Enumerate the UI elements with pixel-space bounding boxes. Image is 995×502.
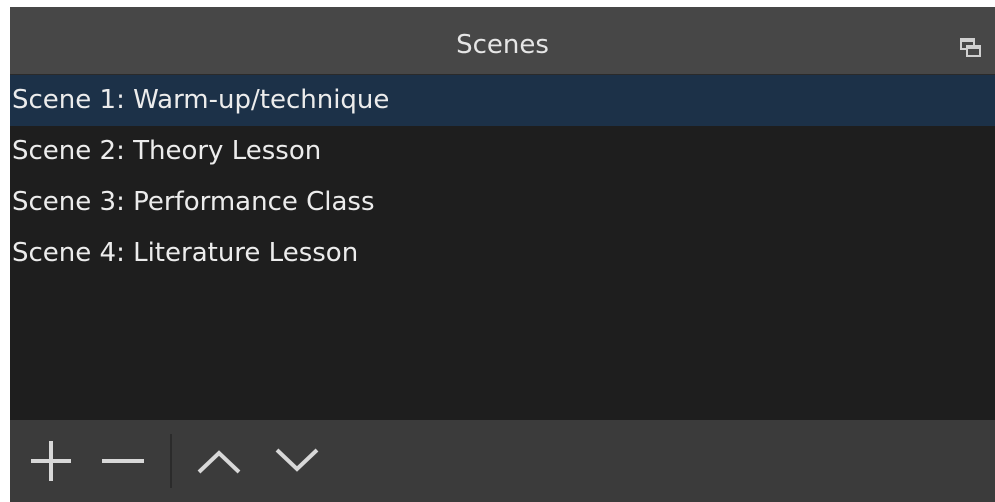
move-scene-up-button[interactable]	[192, 436, 246, 486]
add-scene-button[interactable]	[24, 436, 78, 486]
float-window-icon	[960, 38, 981, 57]
dock-title: Scenes	[456, 30, 549, 60]
scene-list-item[interactable]: Scene 2: Theory Lesson	[10, 126, 995, 177]
move-scene-down-button[interactable]	[270, 436, 324, 486]
toolbar-separator	[170, 434, 172, 488]
dock-title-bar[interactable]: Scenes	[10, 7, 995, 75]
chevron-down-icon	[275, 448, 319, 472]
remove-scene-button[interactable]	[96, 436, 150, 486]
plus-icon	[31, 441, 71, 481]
chevron-up-icon	[197, 450, 241, 474]
scene-toolbar	[10, 420, 995, 502]
scene-list[interactable]: Scene 1: Warm-up/technique Scene 2: Theo…	[10, 75, 995, 420]
minus-icon	[102, 459, 144, 463]
undock-button[interactable]	[959, 37, 983, 59]
scene-list-item[interactable]: Scene 4: Literature Lesson	[10, 228, 995, 279]
scene-list-item[interactable]: Scene 3: Performance Class	[10, 177, 995, 228]
scene-list-item[interactable]: Scene 1: Warm-up/technique	[10, 75, 995, 126]
scenes-dock: Scenes Scene 1: Warm-up/technique Scene …	[10, 7, 995, 502]
